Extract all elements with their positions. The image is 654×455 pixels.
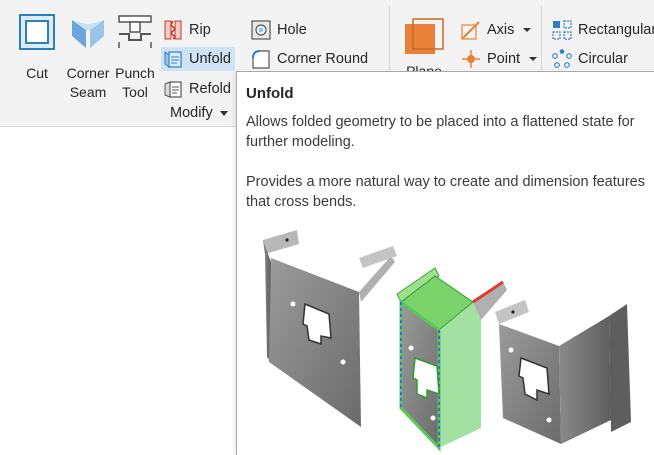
modify-group-dropdown[interactable]: Modify <box>170 105 228 121</box>
cut-icon <box>19 14 55 50</box>
unfold-illustration <box>263 230 631 452</box>
plane-icon <box>405 18 444 54</box>
point-icon <box>462 50 480 68</box>
cut-label: Cut <box>26 65 48 81</box>
unfold-button[interactable]: Unfold <box>161 47 235 71</box>
tooltip-detail: Provides a more natural way to create an… <box>246 172 651 212</box>
rectangular-pattern-label: Rectangular <box>578 22 654 38</box>
refold-button[interactable]: Refold <box>163 77 231 101</box>
refold-label: Refold <box>189 81 231 97</box>
folded-part-image <box>263 230 397 427</box>
refold-icon <box>164 81 182 98</box>
corner-seam-label-2: Seam <box>69 84 107 100</box>
circular-pattern-button[interactable]: Circular <box>552 47 628 71</box>
punch-tool-label-1: Punch <box>115 65 155 81</box>
corner-round-button[interactable]: Corner Round <box>251 47 368 71</box>
hole-icon <box>251 20 271 40</box>
punch-tool-label-2: Tool <box>122 84 148 100</box>
rip-icon <box>164 20 182 40</box>
axis-dropdown[interactable]: Axis <box>461 18 532 42</box>
rip-label: Rip <box>189 22 211 38</box>
tooltip-description-line-1: Allows folded geometry to be placed into… <box>246 114 635 130</box>
rectangular-pattern-button[interactable]: Rectangular <box>552 18 654 42</box>
axis-label: Axis <box>487 22 515 38</box>
punch-tool-icon <box>118 15 152 48</box>
tooltip-detail-line-1: Provides a more natural way to create an… <box>246 174 645 190</box>
rip-button[interactable]: Rip <box>163 18 211 42</box>
corner-round-label: Corner Round <box>277 51 369 67</box>
tooltip-title: Unfold <box>246 85 294 102</box>
circular-pattern-icon <box>552 49 572 68</box>
hole-button[interactable]: Hole <box>251 18 307 42</box>
chevron-down-icon <box>523 28 532 32</box>
hole-label: Hole <box>277 22 307 38</box>
corner-seam-label-1: Corner <box>66 65 110 81</box>
point-dropdown[interactable]: Point <box>461 47 538 71</box>
unfold-label: Unfold <box>189 51 231 67</box>
unfolding-part-image <box>396 267 507 452</box>
tooltip-description-line-2: further modeling. <box>246 134 355 150</box>
tooltip-detail-line-2: that cross bends. <box>246 194 357 210</box>
unfold-icon <box>164 51 182 68</box>
corner-round-icon <box>252 50 270 69</box>
axis-icon <box>461 21 480 40</box>
point-label: Point <box>487 51 521 67</box>
tooltip-description: Allows folded geometry to be placed into… <box>246 112 651 152</box>
refolded-part-image <box>495 300 631 444</box>
circular-pattern-label: Circular <box>578 51 628 67</box>
corner-seam-icon <box>72 20 104 48</box>
chevron-down-icon <box>219 110 228 116</box>
unfold-tooltip: Unfold Allows folded geometry to be plac… <box>236 71 654 455</box>
chevron-down-icon <box>529 57 538 61</box>
rectangular-pattern-icon <box>552 20 572 40</box>
modify-group-label: Modify <box>170 105 213 121</box>
